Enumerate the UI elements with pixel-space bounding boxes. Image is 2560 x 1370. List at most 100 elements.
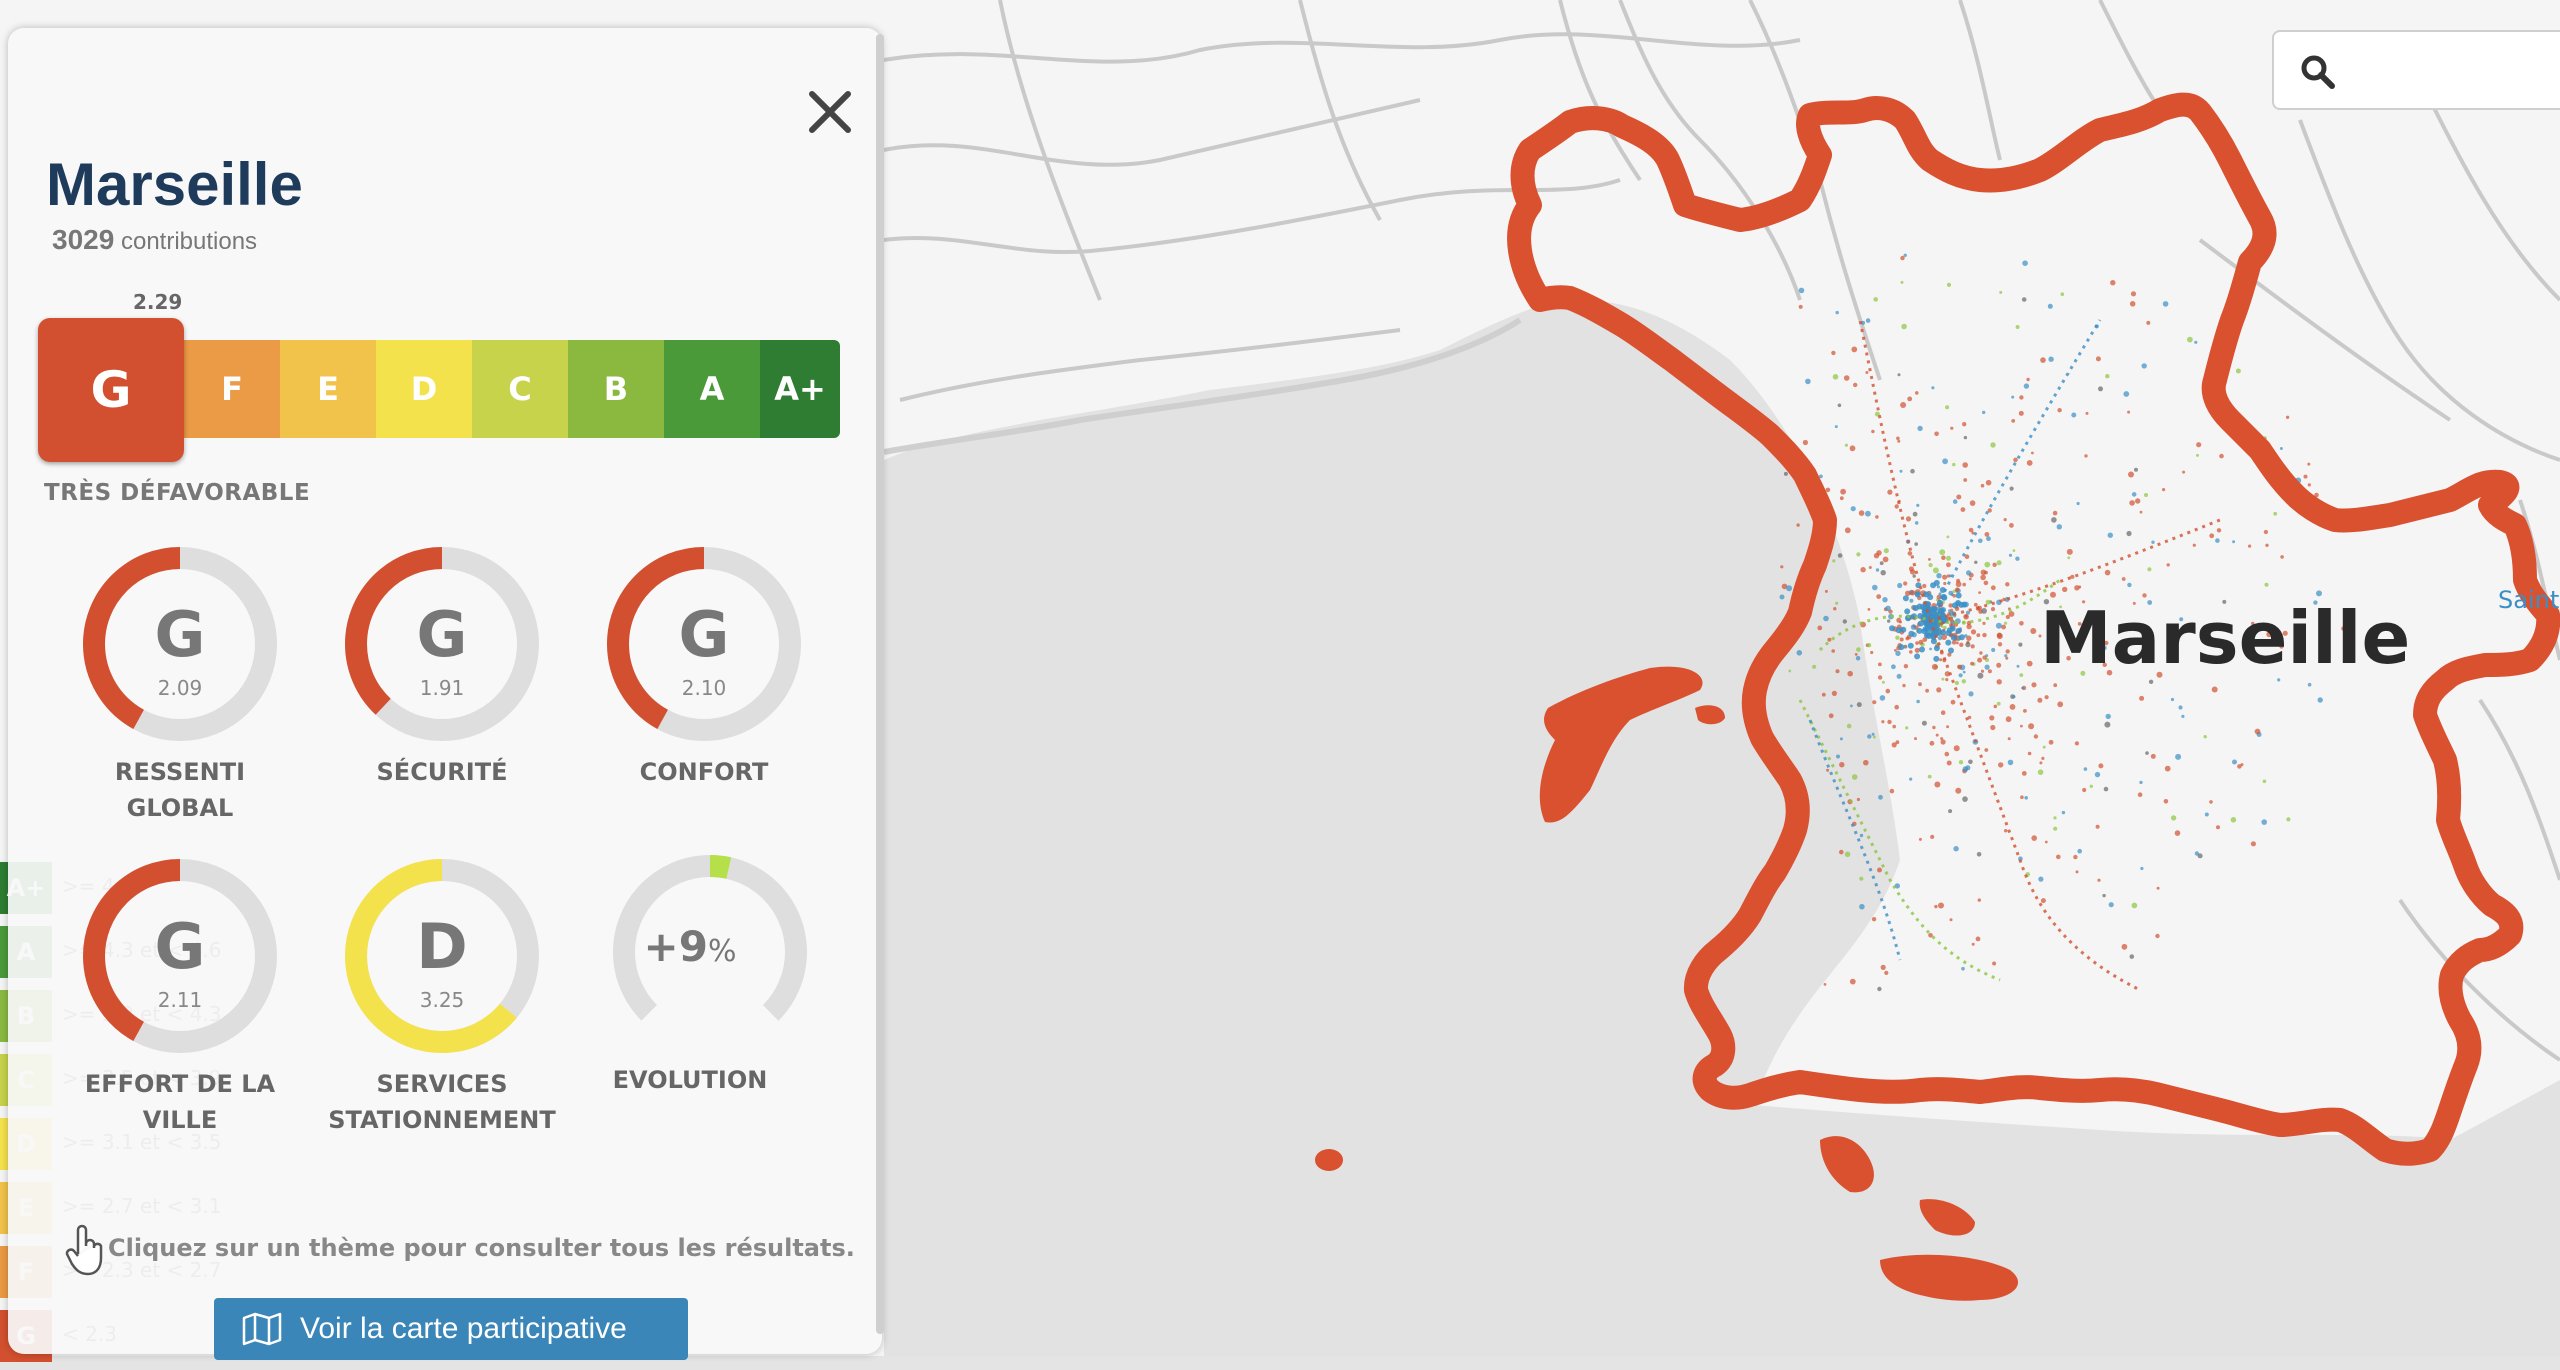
- contribution-dot: [1839, 496, 1844, 501]
- contribution-dot: [1976, 633, 1981, 638]
- contribution-dot: [1878, 662, 1882, 667]
- contribution-dot: [1946, 562, 1951, 568]
- participative-map-label: Voir la carte participative: [300, 1312, 627, 1345]
- contribution-dot: [2105, 713, 2111, 720]
- contribution-dot: [1821, 692, 1826, 697]
- contribution-dot: [1931, 386, 1935, 390]
- contribution-dot: [1963, 435, 1968, 440]
- contribution-dot: [2026, 460, 2033, 466]
- panel-scrollbar[interactable]: [876, 34, 884, 1334]
- theme-gauge[interactable]: G 2.11 EFFORT DE LA VILLE: [80, 856, 320, 1134]
- contribution-dot: [1917, 620, 1924, 627]
- contribution-dot: [2129, 301, 2136, 307]
- contribution-dot: [2263, 529, 2268, 535]
- contribution-dot: [1991, 647, 1996, 653]
- contribution-dot: [1883, 548, 1889, 554]
- contribution-dot: [1980, 483, 1985, 488]
- contribution-dot: [1949, 918, 1953, 922]
- contribution-dot: [2129, 500, 2135, 506]
- gauge-evolution[interactable]: +9% EVOLUTION: [590, 852, 830, 1094]
- contribution-dot: [1900, 255, 1905, 261]
- contribution-dot: [1839, 762, 1845, 768]
- contribution-dot: [1876, 550, 1882, 556]
- contribution-dot: [2057, 408, 2062, 413]
- contribution-dot: [1812, 664, 1817, 669]
- contribution-dot: [1786, 585, 1793, 592]
- contribution-dot: [1871, 429, 1875, 434]
- contribution-dot: [2005, 649, 2010, 654]
- contribution-dot: [1990, 442, 1996, 448]
- close-icon[interactable]: [798, 80, 862, 144]
- contribution-dot: [2026, 377, 2030, 382]
- contribution-dot: [1905, 516, 1912, 522]
- contribution-dot: [1872, 584, 1878, 591]
- contribution-dot: [2248, 544, 2252, 548]
- contribution-dot: [1909, 777, 1913, 781]
- contribution-dot: [2005, 582, 2010, 587]
- current-grade-badge: G: [38, 318, 184, 462]
- contribution-dot: [2148, 679, 2154, 684]
- contribution-dot: [2009, 704, 2016, 710]
- theme-gauge[interactable]: G 2.10 CONFORT: [604, 544, 844, 786]
- contribution-dot: [2162, 488, 2166, 492]
- contribution-dot: [1934, 781, 1941, 788]
- contribution-dot: [1853, 382, 1858, 388]
- contribution-dot: [1982, 621, 1986, 626]
- contribution-dot: [2033, 734, 2039, 739]
- contribution-dot: [1938, 902, 1944, 909]
- theme-gauge[interactable]: G 1.91 SÉCURITÉ: [342, 544, 582, 786]
- theme-gauge[interactable]: D 3.25 SERVICES STATIONNEMENT: [328, 856, 582, 1134]
- contribution-dot: [2004, 829, 2008, 833]
- contribution-dot: [1955, 587, 1960, 592]
- contribution-dot: [1849, 445, 1856, 452]
- contribution-dot: [1925, 688, 1929, 693]
- contribution-dot: [2019, 621, 2024, 626]
- contribution-dot: [1986, 536, 1991, 542]
- contribution-dot: [1909, 598, 1914, 603]
- contribution-dot: [1970, 629, 1977, 635]
- contribution-dot: [2098, 386, 2103, 392]
- contribution-dot: [1980, 574, 1986, 581]
- contribution-dot: [2209, 800, 2213, 804]
- contribution-dot: [2203, 735, 2207, 739]
- contribution-dot: [1917, 425, 1923, 432]
- contribution-dot: [1929, 740, 1935, 746]
- contribution-dot: [1892, 724, 1896, 729]
- contribution-dot: [2254, 728, 2261, 735]
- contribution-dot: [1953, 846, 1959, 852]
- contribution-dot: [1898, 644, 1905, 651]
- contribution-dot: [1946, 282, 1952, 287]
- contribution-dot: [2151, 540, 2155, 544]
- contribution-dot: [1918, 837, 1922, 841]
- gauge-label-line: RESSENTI: [114, 758, 246, 786]
- contribution-dot: [1976, 852, 1982, 857]
- contribution-dot: [2126, 530, 2132, 537]
- search-icon[interactable]: [2298, 52, 2338, 92]
- contribution-dot: [1915, 391, 1919, 395]
- gauge-score: 2.10: [681, 676, 727, 700]
- contribution-dot: [2007, 759, 2014, 766]
- contribution-dot: [1969, 500, 1976, 506]
- contribution-dot: [2156, 886, 2160, 890]
- contribution-dot: [1873, 297, 1878, 302]
- contribution-dot: [1984, 664, 1990, 670]
- contribution-dot: [1870, 650, 1874, 655]
- contribution-dot: [1899, 469, 1903, 473]
- contribution-dot: [1941, 555, 1946, 560]
- contribution-dot: [2004, 621, 2008, 625]
- theme-gauge[interactable]: G 2.09 RESSENTI GLOBAL: [80, 544, 320, 822]
- grade-scale-segment: E: [280, 340, 376, 438]
- contribution-dot: [1865, 318, 1871, 323]
- contribution-dot: [1837, 403, 1842, 408]
- contribution-dot: [1868, 566, 1872, 569]
- contribution-dot: [1880, 964, 1886, 971]
- contribution-dot: [1825, 487, 1831, 493]
- contribution-dot: [2235, 368, 2241, 374]
- contribution-dot: [2170, 697, 2175, 702]
- contribution-dot: [2074, 741, 2079, 746]
- contribution-dot: [2127, 410, 2131, 414]
- participative-map-button[interactable]: Voir la carte participative: [214, 1298, 688, 1360]
- search-box[interactable]: [2272, 30, 2560, 110]
- verdict-label: TRÈS DÉFAVORABLE: [44, 480, 311, 506]
- contribution-dot: [1872, 700, 1877, 705]
